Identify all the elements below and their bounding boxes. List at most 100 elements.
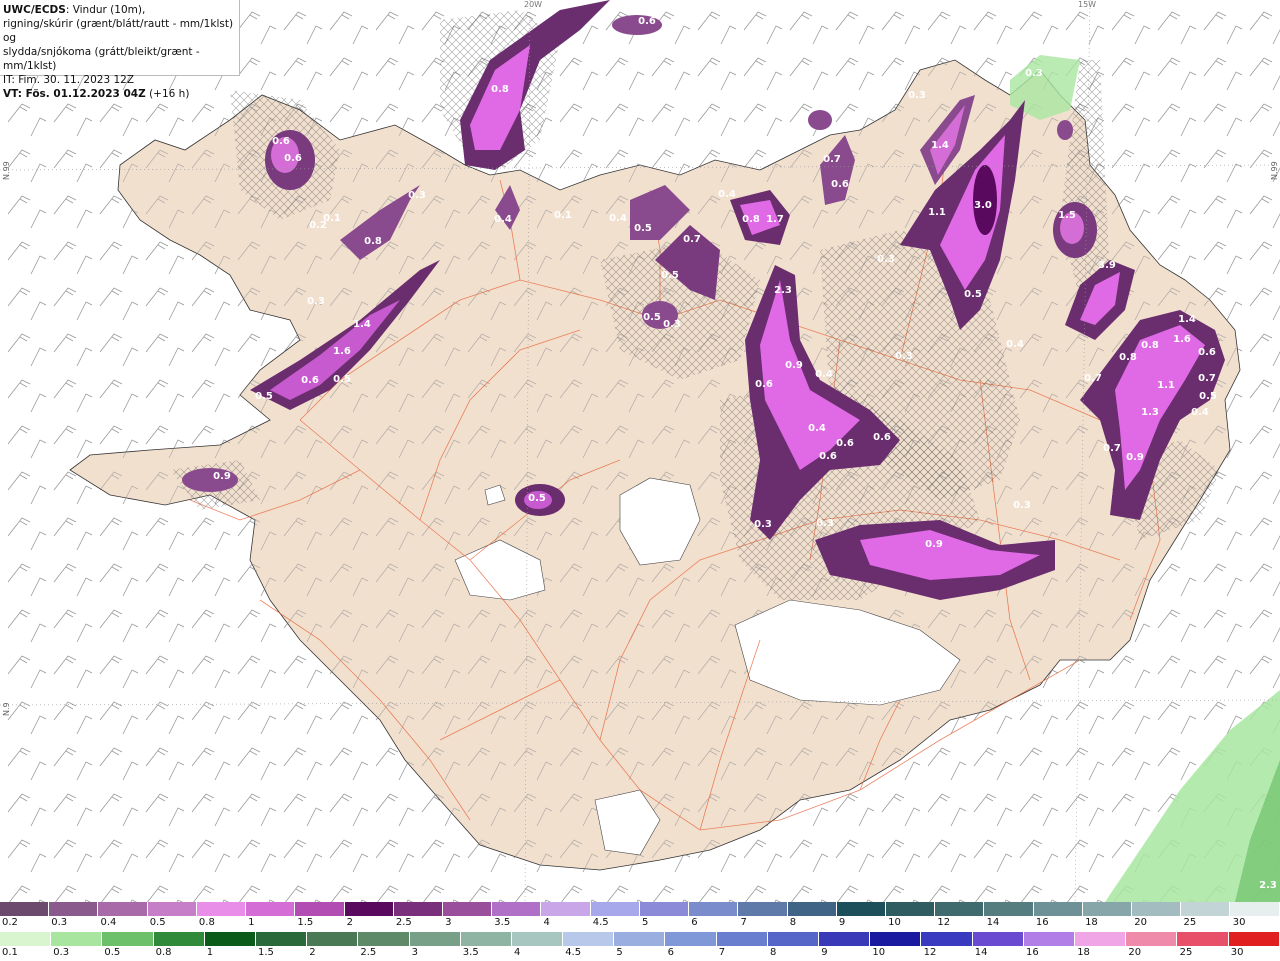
legend-label: 0.3 — [51, 917, 68, 928]
precip-value-label: 0.3 — [1025, 68, 1043, 79]
legend-swatch — [196, 902, 247, 916]
legend-label: 0.5 — [104, 947, 121, 958]
legend-swatch — [102, 932, 154, 946]
legend-label: 25 — [1183, 917, 1197, 928]
legend-label: 7 — [718, 947, 726, 958]
legend-swatch — [1177, 932, 1229, 946]
legend-swatch — [921, 932, 973, 946]
legend-swatch — [1082, 902, 1133, 916]
precip-value-label: 0.6 — [836, 438, 854, 449]
info-line-1: UWC/ECDS: Vindur (10m), — [3, 3, 239, 17]
precip-value-label: 0.6 — [284, 153, 302, 164]
legend-swatch — [870, 932, 922, 946]
precip-value-label: 0.5 — [661, 270, 679, 281]
legend-label: 6 — [667, 947, 674, 958]
legend-swatch — [1228, 932, 1280, 946]
legend-label: 8 — [789, 917, 797, 928]
precip-value-label: 0.6 — [819, 451, 837, 462]
precip-value-label: 0.4 — [609, 213, 627, 224]
precip-value-label: 0.4 — [815, 369, 833, 380]
legend-swatch — [665, 932, 717, 946]
legend-label: 3.5 — [494, 917, 511, 928]
left-edge-label-a: N.99 — [2, 161, 11, 180]
precip-value-label: 0.8 — [491, 84, 509, 95]
precip-value-label: 0.1 — [323, 213, 341, 224]
legend-label: 2.5 — [395, 917, 412, 928]
precip-value-label: 1.1 — [928, 207, 946, 218]
legend-label: 4.5 — [565, 947, 582, 958]
legend-label: 9 — [838, 917, 846, 928]
precip-value-label: 0.4 — [1191, 407, 1209, 418]
legend-label: 12 — [923, 947, 937, 958]
legend-swatch — [460, 932, 512, 946]
legend-label: 1.5 — [258, 947, 274, 958]
legend-label: 9 — [821, 947, 828, 958]
legend-label: 2 — [346, 917, 353, 928]
legend-swatch — [972, 932, 1024, 946]
legend-swatch — [836, 902, 886, 916]
legend-swatch — [1132, 902, 1182, 916]
legend-label: 3 — [411, 947, 418, 958]
legend-label: 0.5 — [149, 917, 166, 928]
precip-value-label: 0.5 — [1199, 391, 1217, 402]
precip-value-label: 0.7 — [823, 154, 841, 165]
precip-value-label: 1.4 — [353, 319, 371, 330]
precip-value-label: 0.7 — [683, 234, 701, 245]
legend-swatch — [738, 902, 788, 916]
legend-swatch — [358, 932, 410, 946]
right-edge-label: N.99 — [1270, 161, 1279, 180]
legend-swatch — [409, 932, 461, 946]
precip-value-label: 0.6 — [873, 432, 891, 443]
precip-value-label: 0.9 — [1126, 452, 1144, 463]
precip-value-label: 0.7 — [1198, 373, 1216, 384]
precip-value-label: 1.1 — [1157, 380, 1175, 391]
legend-label: 14 — [986, 917, 1000, 928]
precip-value-label: 1.5 — [1058, 210, 1076, 221]
legend-swatch — [1033, 902, 1083, 916]
legend-label: 0.2 — [2, 917, 18, 928]
legend-swatch — [442, 902, 493, 916]
precip-value-label: 0.4 — [1006, 339, 1024, 350]
precip-value-label: 1.3 — [1141, 407, 1159, 418]
precip-value-label: 0.3 — [307, 296, 325, 307]
precip-value-label: 0.6 — [1198, 347, 1216, 358]
legend-swatch — [1230, 902, 1280, 916]
color-legend: 0.2 0.3 0.4 0.5 0.8 1 1.5 2 2.5 3 3.5 4 4.5 5 6 7 8 9 10 12… — [0, 902, 1280, 960]
legend-swatch — [590, 902, 640, 916]
legend-swatch — [1023, 932, 1075, 946]
precip-value-label: 0.3 — [895, 351, 913, 362]
legend-swatch — [1074, 932, 1127, 946]
legend-label: 12 — [937, 917, 951, 928]
legend-label: 18 — [1085, 917, 1098, 928]
valid-time-label: VT: Fös. 01.12.2023 04Z — [3, 88, 146, 100]
legend-swatch — [147, 902, 197, 916]
legend-label: 3.5 — [462, 947, 479, 958]
precip-value-label: 0.6 — [272, 136, 290, 147]
legend-label: 20 — [1134, 917, 1148, 928]
legend-swatch — [153, 932, 205, 946]
precip-value-label: 0.6 — [301, 375, 319, 386]
legend-swatch — [0, 932, 52, 946]
legend-swatch — [541, 902, 591, 916]
precip-value-label: 1.4 — [1178, 314, 1196, 325]
legend-rain-labels: 0.1 0.3 0.5 0.8 1 1.5 2 2.5 3 3.5 4 4.5 5 6 7 8 9 10 12 14 1… — [0, 947, 1280, 961]
legend-swatch — [935, 902, 985, 916]
legend-swatch — [716, 932, 768, 946]
legend-swatch — [639, 902, 690, 916]
left-edge-label-b: N.9 — [2, 702, 11, 716]
legend-swatch — [51, 932, 103, 946]
legend-label: 16 — [1035, 917, 1049, 928]
legend-label: 25 — [1179, 947, 1193, 958]
legend-label: 0.3 — [53, 947, 70, 958]
legend-swatch — [563, 932, 615, 946]
precip-value-label: 0.3 — [663, 319, 681, 330]
legend-swatch — [1181, 902, 1231, 916]
legend-swatch — [689, 902, 739, 916]
precip-value-label: 0.6 — [831, 179, 849, 190]
map-info-box: UWC/ECDS: Vindur (10m), rigning/skúrir (… — [0, 0, 240, 100]
valid-time: VT: Fös. 01.12.2023 04Z (+16 h) — [3, 87, 239, 101]
top-edge-label-b: 15W — [1078, 0, 1097, 9]
legend-label: 4 — [543, 917, 550, 928]
precip-value-label: 0.3 — [408, 190, 426, 201]
legend-swatch — [98, 902, 148, 916]
